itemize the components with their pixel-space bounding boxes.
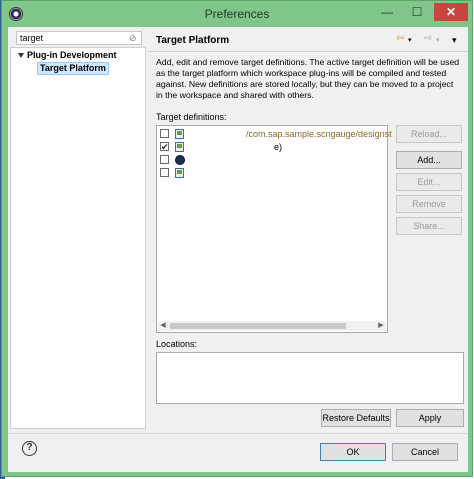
list-item[interactable] [160, 155, 386, 166]
help-icon[interactable]: ? [22, 441, 37, 456]
list-item[interactable] [160, 168, 386, 179]
apply-button[interactable]: Apply [396, 409, 464, 427]
target-file-icon [175, 142, 184, 152]
filter-input-value: target [20, 33, 44, 43]
target-file-icon [175, 129, 184, 139]
back-menu-icon[interactable]: ▾ [408, 35, 412, 47]
expand-triangle-icon[interactable] [18, 53, 24, 58]
scrollbar-thumb[interactable] [170, 323, 346, 329]
page-title: Target Platform [156, 35, 230, 46]
cancel-button[interactable]: Cancel [392, 443, 458, 461]
dialog-client-area: target ⊘ Plug-in Development Target Plat… [8, 27, 468, 472]
scroll-left-icon[interactable]: ◀ [158, 321, 168, 331]
eclipse-target-icon [175, 155, 185, 165]
target-definitions-label: Target definitions: [156, 112, 227, 122]
button-bar-separator [8, 433, 468, 434]
window-title: Preferences [204, 7, 270, 21]
definition-checkbox[interactable] [160, 168, 169, 177]
minimize-button[interactable]: — [374, 3, 400, 21]
forward-arrow-icon[interactable]: ⇨ [424, 33, 432, 45]
preferences-window: Preferences — ☐ ✕ target ⊘ Plug-in Devel… [1, 0, 473, 477]
filter-input[interactable]: target ⊘ [16, 31, 142, 45]
forward-menu-icon[interactable]: ▾ [436, 35, 440, 47]
target-file-icon [175, 168, 184, 178]
edit-button[interactable]: Edit... [396, 173, 462, 191]
clear-filter-icon[interactable]: ⊘ [129, 33, 139, 43]
restore-defaults-button[interactable]: Restore Defaults [321, 409, 391, 427]
maximize-button[interactable]: ☐ [404, 3, 430, 21]
title-separator [148, 51, 468, 52]
definition-checkbox[interactable] [160, 155, 169, 164]
view-menu-icon[interactable]: ▾ [452, 34, 457, 46]
preference-page: Target Platform ⇦ ▾ ⇨ ▾ ▾ Add, edit and … [148, 27, 468, 433]
ok-button[interactable]: OK [320, 443, 386, 461]
back-arrow-icon[interactable]: ⇦ [396, 33, 404, 45]
title-bar[interactable]: Preferences — ☐ ✕ [2, 1, 472, 27]
add-button[interactable]: Add... [396, 151, 462, 169]
horizontal-scrollbar[interactable]: ◀ ▶ [158, 321, 386, 331]
locations-label: Locations: [156, 339, 198, 349]
remove-button[interactable]: Remove [396, 195, 462, 213]
tree-item-plugin-development[interactable]: Plug-in Development [27, 50, 117, 61]
reload-button[interactable]: Reload... [396, 125, 462, 143]
list-item[interactable]: ✔ e) [160, 142, 386, 153]
locations-box[interactable] [156, 352, 464, 404]
scroll-right-icon[interactable]: ▶ [376, 321, 386, 331]
page-description: Add, edit and remove target definitions.… [156, 57, 460, 100]
close-button[interactable]: ✕ [434, 3, 468, 21]
definition-name: e) [274, 142, 283, 152]
definition-checkbox[interactable] [160, 129, 169, 138]
definition-name: /com.sap.sample.scngauge/designst [246, 129, 392, 139]
share-button[interactable]: Share... [396, 217, 462, 235]
definition-checkbox[interactable]: ✔ [160, 142, 169, 152]
tree-item-target-platform[interactable]: Target Platform [37, 62, 109, 75]
target-definitions-list[interactable]: /com.sap.sample.scngauge/designst ✔ e) ◀… [156, 125, 392, 333]
preference-tree: Plug-in Development Target Platform [10, 47, 146, 429]
list-item[interactable]: /com.sap.sample.scngauge/designst [160, 129, 392, 140]
